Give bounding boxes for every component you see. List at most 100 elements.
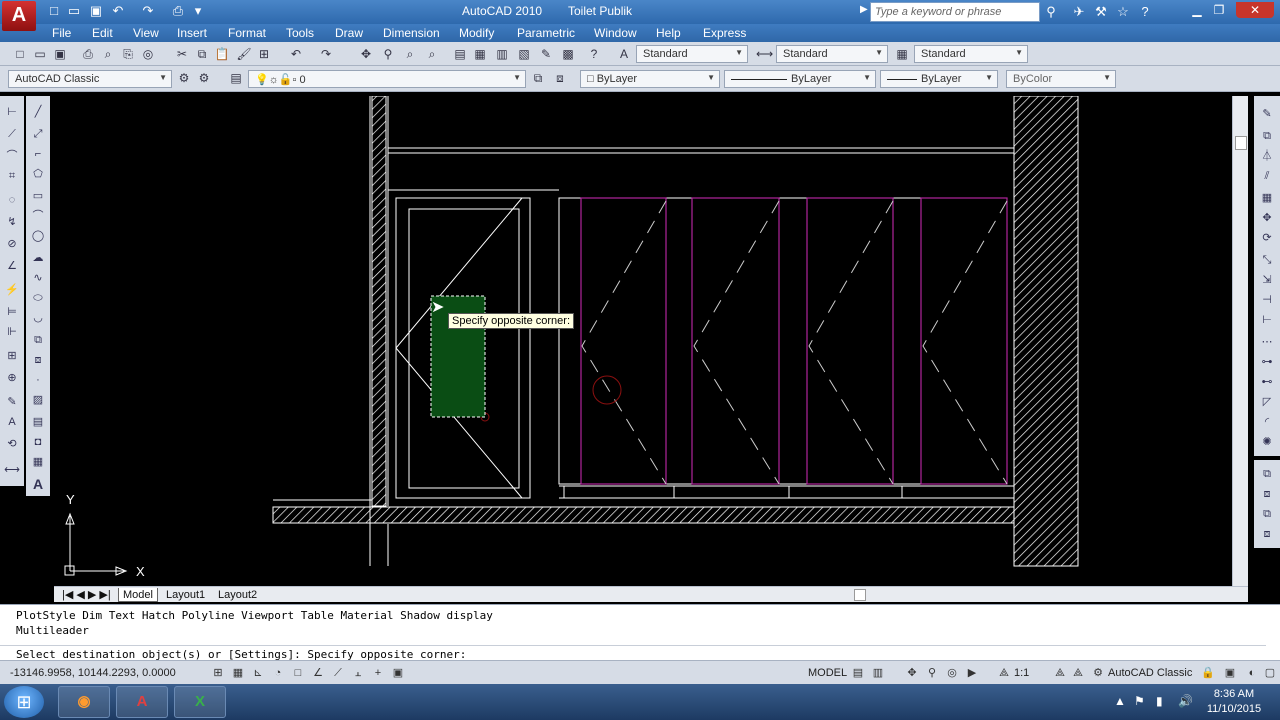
volume-icon[interactable]: 🔊	[1178, 694, 1193, 708]
annotation-scale[interactable]: 1:1	[1014, 667, 1029, 679]
minimize-button[interactable]: ▁	[1186, 2, 1208, 18]
chamfer-icon[interactable]: ◸	[1259, 394, 1275, 410]
command-line[interactable]: PlotStyle Dim Text Hatch Polyline Viewpo…	[0, 604, 1280, 661]
dim-style-icon[interactable]: ⟷	[4, 462, 20, 478]
tool-palettes-icon[interactable]: ▥	[494, 46, 510, 62]
move-icon[interactable]: ✥	[1259, 210, 1275, 226]
hatch-icon[interactable]: ▨	[30, 392, 46, 408]
expand-search-icon[interactable]: ▶	[860, 4, 868, 15]
workspace-select[interactable]: AutoCAD Classic ▼	[8, 70, 172, 88]
dim-edit-icon[interactable]: ✎	[4, 394, 20, 410]
angular-icon[interactable]: ∠	[4, 258, 20, 274]
zoom-previous-icon[interactable]: ⌕	[424, 46, 440, 62]
lineweight-select[interactable]: ByLayer ▼	[880, 70, 998, 88]
menu-draw[interactable]: Draw	[335, 26, 363, 40]
ortho-icon[interactable]: ⊾	[250, 665, 266, 681]
tab-nav-arrows[interactable]: |◀ ◀ ▶ ▶|	[58, 588, 115, 602]
jogged-icon[interactable]: ↯	[4, 214, 20, 230]
gradient-icon[interactable]: ▤	[30, 414, 46, 430]
pan-icon[interactable]: ✥	[904, 665, 920, 681]
isolate-objects-icon[interactable]: ◐	[1244, 665, 1260, 681]
properties-icon[interactable]: ▤	[452, 46, 468, 62]
communication-icon[interactable]: ⚒	[1092, 3, 1110, 21]
spline-icon[interactable]: ∿	[30, 270, 46, 286]
break-icon[interactable]: ⊶	[1259, 354, 1275, 370]
show-hidden-icons-icon[interactable]: ▲	[1114, 694, 1126, 708]
table-style-icon[interactable]: ▦	[894, 46, 910, 62]
plotstyle-select[interactable]: ByColor ▼	[1006, 70, 1116, 88]
excel-icon[interactable]: X	[174, 686, 226, 718]
circle-icon[interactable]: ◯	[30, 228, 46, 244]
bring-to-front-icon[interactable]: ⧉	[1259, 466, 1275, 482]
clean-screen-icon[interactable]: ▢	[1262, 665, 1278, 681]
application-menu-button[interactable]: A	[2, 1, 36, 31]
send-under-icon[interactable]: ⧈	[1259, 526, 1275, 542]
horizontal-scroll-thumb[interactable]	[854, 589, 866, 601]
menu-file[interactable]: File	[52, 26, 71, 40]
showmotion-icon[interactable]: ▶	[964, 665, 980, 681]
autocad-icon[interactable]: A	[116, 686, 168, 718]
menu-express[interactable]: Express	[703, 26, 746, 40]
extend-icon[interactable]: ⊢	[1259, 312, 1275, 328]
firefox-icon[interactable]: ◉	[58, 686, 110, 718]
menu-insert[interactable]: Insert	[177, 26, 207, 40]
fillet-icon[interactable]: ◜	[1259, 414, 1275, 430]
qnew-icon[interactable]: □	[12, 46, 28, 62]
dyn-icon[interactable]: ⫠	[350, 665, 366, 681]
lineweight-icon[interactable]: +	[370, 665, 386, 681]
ordinate-icon[interactable]: ⌗	[4, 168, 20, 184]
snap-icon[interactable]: ⊞	[210, 665, 226, 681]
rotate-icon[interactable]: ⟳	[1259, 230, 1275, 246]
linear-dimension-icon[interactable]: ⊢	[4, 104, 20, 120]
region-icon[interactable]: ◘	[30, 434, 46, 450]
menu-parametric[interactable]: Parametric	[517, 26, 575, 40]
menu-format[interactable]: Format	[228, 26, 266, 40]
3d-dwf-icon[interactable]: ◎	[140, 46, 156, 62]
plot-preview-icon[interactable]: ⌕	[100, 46, 116, 62]
arc-length-icon[interactable]: ⌒	[4, 148, 20, 164]
dim-style-icon[interactable]: ⟷	[756, 46, 773, 62]
radius-icon[interactable]: ◌	[4, 192, 20, 208]
zoom-icon[interactable]: ⚲	[924, 665, 940, 681]
vertical-scrollbar[interactable]	[1232, 96, 1248, 586]
zoom-realtime-icon[interactable]: ⚲	[380, 46, 396, 62]
stretch-icon[interactable]: ⇲	[1259, 272, 1275, 288]
redo-icon[interactable]: ↷	[318, 46, 334, 62]
subscription-icon[interactable]: ✈	[1070, 3, 1088, 21]
trim-icon[interactable]: ⊣	[1259, 292, 1275, 308]
search-icon[interactable]: ⚲	[1042, 3, 1060, 21]
save-icon[interactable]: ▣	[88, 3, 104, 19]
quick-view-drawings-icon[interactable]: ▥	[870, 665, 886, 681]
insert-block-icon[interactable]: ⧉	[30, 332, 46, 348]
polygon-icon[interactable]: ⬠	[30, 166, 46, 182]
lock-icon[interactable]: 🔒	[1200, 665, 1216, 681]
help-icon[interactable]: ?	[586, 46, 602, 62]
grid-icon[interactable]: ▦	[230, 665, 246, 681]
search-input[interactable]: Type a keyword or phrase	[870, 2, 1040, 22]
undo-icon[interactable]: ↶	[110, 3, 126, 19]
open-icon[interactable]: ▭	[32, 46, 48, 62]
text-style-icon[interactable]: A	[616, 46, 632, 62]
construction-line-icon[interactable]: ⤢	[30, 126, 46, 142]
windows-start-icon[interactable]: ⊞	[4, 686, 44, 718]
chevron-down-icon[interactable]: ▾	[190, 3, 206, 19]
baseline-icon[interactable]: ⊨	[4, 304, 20, 320]
make-block-icon[interactable]: ⧈	[30, 352, 46, 368]
aligned-dimension-icon[interactable]: ⟋	[4, 126, 20, 142]
redo-icon[interactable]: ↷	[140, 3, 156, 19]
arc-icon[interactable]: ⌒	[30, 208, 46, 224]
array-icon[interactable]: ▦	[1259, 190, 1275, 206]
revcloud-icon[interactable]: ☁	[30, 250, 46, 266]
scale-icon[interactable]: ⤡	[1259, 252, 1275, 268]
layer-previous-icon[interactable]: ⧈	[552, 70, 568, 86]
join-icon[interactable]: ⊷	[1259, 374, 1275, 390]
menu-modify[interactable]: Modify	[459, 26, 494, 40]
polar-icon[interactable]: ◔	[270, 665, 286, 681]
line-icon[interactable]: ╱	[30, 104, 46, 120]
point-icon[interactable]: ·	[30, 372, 46, 388]
plot-icon[interactable]: ⎙	[170, 3, 186, 19]
network-warning-icon[interactable]: ⚑	[1134, 694, 1145, 708]
restore-button[interactable]: ❐	[1208, 2, 1230, 18]
paste-icon[interactable]: 📋	[214, 46, 230, 62]
annotation-scale-icon[interactable]: ⟁	[996, 665, 1012, 681]
